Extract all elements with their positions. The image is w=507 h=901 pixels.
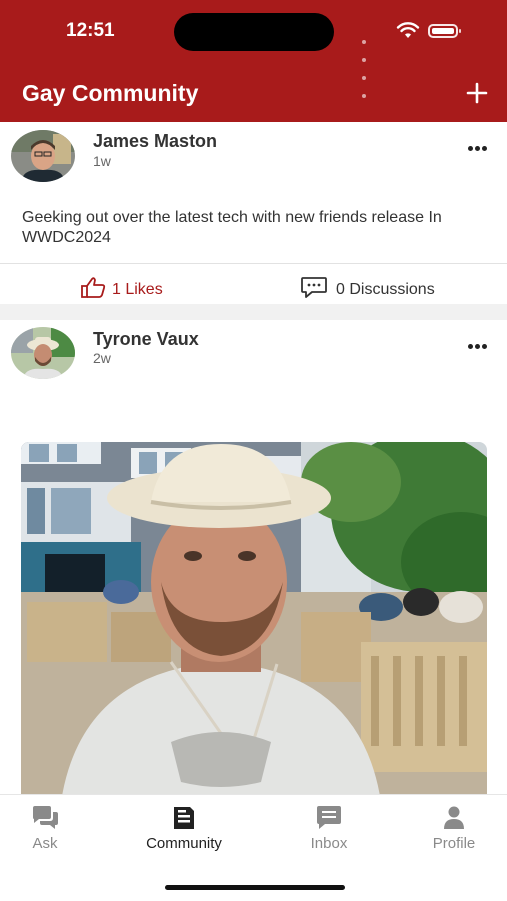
signal-icon bbox=[362, 31, 368, 103]
community-feed[interactable]: James Maston 1w Geeking out over the lat… bbox=[0, 122, 507, 794]
wifi-icon bbox=[396, 22, 420, 38]
avatar[interactable] bbox=[11, 327, 75, 379]
page-title: Gay Community bbox=[22, 80, 199, 106]
tab-profile[interactable]: Profile bbox=[399, 805, 507, 852]
post-card: James Maston 1w Geeking out over the lat… bbox=[0, 122, 507, 304]
person-icon bbox=[444, 806, 464, 829]
message-icon bbox=[317, 806, 341, 829]
battery-icon bbox=[428, 24, 461, 38]
tab-community[interactable]: Community bbox=[129, 805, 239, 852]
thumbs-up-icon bbox=[81, 277, 106, 298]
more-options-icon[interactable] bbox=[468, 336, 494, 349]
chat-bubbles-icon bbox=[33, 806, 58, 829]
tab-ask[interactable]: Ask bbox=[0, 805, 100, 852]
post-text: Geeking out over the latest tech with ne… bbox=[22, 209, 442, 246]
tab-label: Inbox bbox=[310, 835, 348, 852]
post-author[interactable]: Tyrone Vaux bbox=[93, 329, 199, 350]
likes-count: 1 Likes bbox=[112, 281, 163, 298]
post-age: 2w bbox=[93, 350, 111, 366]
newspaper-icon bbox=[174, 807, 194, 829]
tab-label: Profile bbox=[432, 835, 476, 852]
tab-inbox[interactable]: Inbox bbox=[274, 805, 384, 852]
app-header: 12:51 Gay Community bbox=[0, 0, 507, 122]
post-photo[interactable] bbox=[21, 442, 487, 794]
comment-icon bbox=[301, 277, 327, 298]
avatar[interactable] bbox=[11, 130, 75, 182]
tab-label: Community bbox=[146, 835, 222, 852]
dynamic-island bbox=[174, 13, 334, 51]
tab-label: Ask bbox=[32, 835, 58, 852]
home-indicator[interactable] bbox=[165, 885, 345, 890]
more-options-icon[interactable] bbox=[468, 138, 494, 151]
plus-icon[interactable] bbox=[462, 78, 492, 108]
post-card: Tyrone Vaux 2w bbox=[0, 320, 507, 794]
post-age: 1w bbox=[93, 153, 111, 169]
like-button[interactable]: 1 Likes bbox=[80, 276, 163, 299]
discussions-button[interactable]: 0 Discussions bbox=[300, 276, 435, 299]
post-actions: 1 Likes 0 Discussions bbox=[0, 263, 507, 304]
status-time: 12:51 bbox=[66, 20, 115, 41]
discussions-count: 0 Discussions bbox=[336, 281, 435, 298]
post-author[interactable]: James Maston bbox=[93, 131, 217, 152]
